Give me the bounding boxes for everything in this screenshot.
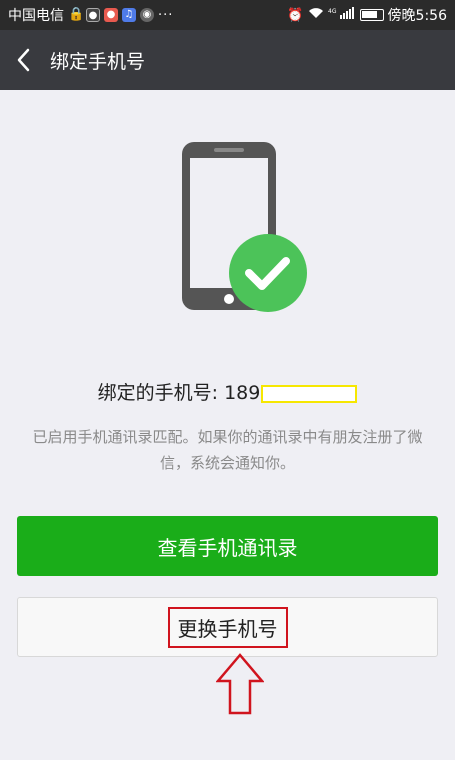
more-notifications-icon: ···: [158, 7, 174, 23]
lock-icon: 🔒: [68, 7, 85, 22]
camera-app-icon: ◉: [140, 8, 154, 22]
status-right: ⏰ 4G 傍晚5:56: [287, 5, 447, 25]
masked-number: [261, 384, 358, 403]
status-left: 中国电信 🔒 ● ● ♫ ◉ ···: [8, 5, 173, 25]
back-arrow-icon: [17, 48, 30, 72]
wifi-icon: [308, 7, 324, 23]
signal-icon: 4G: [328, 7, 356, 23]
carrier-name: 中国电信: [8, 8, 64, 24]
status-bar: 中国电信 🔒 ● ● ♫ ◉ ··· ⏰ 4G 傍晚5:56: [0, 0, 455, 30]
title-bar: 绑定手机号: [0, 30, 455, 90]
app-notification-icon: ●: [104, 8, 118, 22]
bound-number-label: 绑定的手机号:: [97, 382, 225, 404]
cat-app-icon: ●: [86, 8, 100, 22]
alarm-icon: ⏰: [287, 7, 304, 23]
network-type: 4G: [328, 8, 337, 15]
change-number-label: 更换手机号: [167, 606, 288, 648]
bound-number-line: 绑定的手机号: 189: [0, 378, 455, 405]
clock: 傍晚5:56: [387, 8, 447, 24]
page-title: 绑定手机号: [50, 50, 146, 73]
battery-icon: [359, 9, 384, 21]
bound-number-prefix: 189: [224, 382, 261, 404]
change-number-button[interactable]: 更换手机号: [17, 597, 438, 657]
music-app-icon: ♫: [122, 8, 136, 22]
match-description: 已启用手机通讯录匹配。如果你的通讯录中有朋友注册了微信，系统会通知你。: [32, 428, 423, 472]
back-button[interactable]: [0, 30, 46, 90]
up-arrow-annotation: [215, 653, 265, 715]
bound-phone-illustration: [180, 140, 310, 315]
view-contacts-button[interactable]: 查看手机通讯录: [17, 516, 438, 576]
checkmark-icon: [229, 234, 307, 312]
